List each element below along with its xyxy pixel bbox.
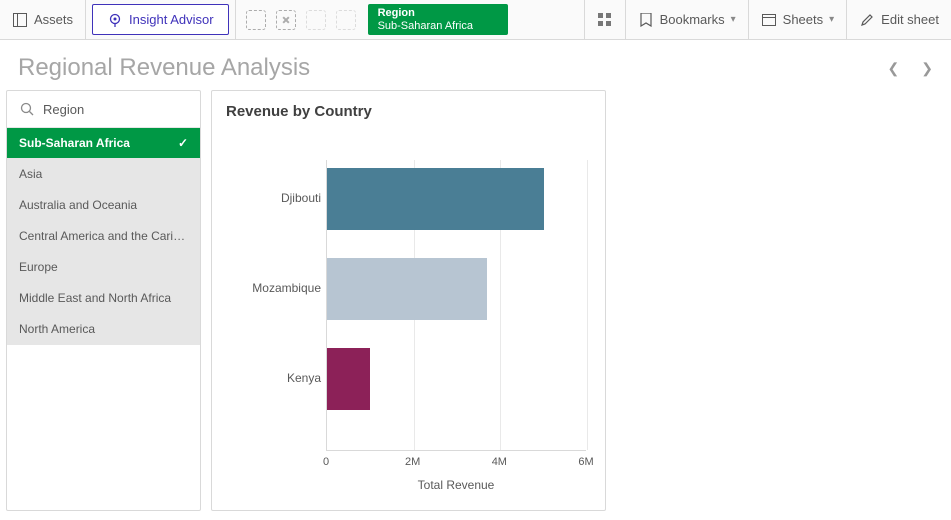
insight-advisor-button[interactable]: Insight Advisor <box>92 4 229 35</box>
filter-item-label: Sub-Saharan Africa <box>19 136 130 150</box>
top-toolbar: Assets Insight Advisor Region Sub-Sahara… <box>0 0 951 40</box>
filter-search[interactable]: Region <box>7 91 200 128</box>
filter-item[interactable]: North America <box>7 314 200 345</box>
selection-back-icon[interactable] <box>246 10 266 30</box>
y-category-label: Kenya <box>231 371 321 385</box>
edit-label: Edit sheet <box>881 12 939 27</box>
x-tick-label: 4M <box>492 456 507 468</box>
sheets-button[interactable]: Sheets ▾ <box>749 0 847 39</box>
chart-bar[interactable] <box>327 258 487 320</box>
filter-item-label: Central America and the Cari… <box>19 229 185 243</box>
active-filter-pill[interactable]: Region Sub-Saharan Africa <box>368 4 508 35</box>
filter-item-label: Asia <box>19 167 42 181</box>
check-icon: ✓ <box>178 136 188 150</box>
chevron-down-icon: ▾ <box>829 14 834 25</box>
assets-button[interactable]: Assets <box>0 0 85 39</box>
filter-pill-title: Region <box>378 7 498 19</box>
filter-item-label: North America <box>19 322 95 336</box>
chart-title: Revenue by Country <box>226 103 591 120</box>
prev-sheet-button[interactable]: ❮ <box>888 60 900 77</box>
x-tick-label: 2M <box>405 456 420 468</box>
filter-pane-region: Region Sub-Saharan Africa ✓ Asia Australia … <box>6 90 201 511</box>
filter-pill-value: Sub-Saharan Africa <box>378 20 498 32</box>
bookmark-icon <box>638 12 654 28</box>
filter-item-label: Europe <box>19 260 58 274</box>
filter-item-label: Middle East and North Africa <box>19 291 171 305</box>
assets-label: Assets <box>34 12 73 27</box>
chart-bar[interactable] <box>327 168 544 230</box>
chart-card[interactable]: Revenue by Country Total Revenue 0 2M 4M 6M… <box>211 90 606 511</box>
x-tick-label: 6M <box>578 456 593 468</box>
app-menu-button[interactable] <box>585 0 625 39</box>
bookmarks-label: Bookmarks <box>660 12 725 27</box>
filter-field-label: Region <box>43 102 84 117</box>
panel-icon <box>12 12 28 28</box>
insight-label: Insight Advisor <box>129 12 214 27</box>
y-category-label: Mozambique <box>231 281 321 295</box>
x-tick-label: 0 <box>323 456 329 468</box>
selection-tools <box>236 0 366 39</box>
title-row: Regional Revenue Analysis ❮ ❯ <box>0 40 951 90</box>
edit-sheet-button[interactable]: Edit sheet <box>847 0 951 39</box>
sheet-icon <box>761 12 777 28</box>
selection-forward-icon[interactable] <box>276 10 296 30</box>
search-icon <box>19 101 35 117</box>
next-sheet-button[interactable]: ❯ <box>921 60 933 77</box>
filter-item[interactable]: Middle East and North Africa <box>7 283 200 314</box>
sheets-label: Sheets <box>783 12 823 27</box>
selection-clear-icon <box>306 10 326 30</box>
y-category-label: Djibouti <box>231 191 321 205</box>
filter-list: Sub-Saharan Africa ✓ Asia Australia and Oce… <box>7 128 200 345</box>
page-title: Regional Revenue Analysis <box>18 54 310 82</box>
insight-icon <box>107 12 123 28</box>
bookmarks-button[interactable]: Bookmarks ▾ <box>626 0 748 39</box>
pencil-icon <box>859 12 875 28</box>
chart-bar[interactable] <box>327 348 370 410</box>
filter-item[interactable]: Australia and Oceania <box>7 190 200 221</box>
filter-item[interactable]: Asia <box>7 159 200 190</box>
filter-item[interactable]: Europe <box>7 252 200 283</box>
chevron-down-icon: ▾ <box>731 14 736 25</box>
grid-icon <box>597 12 613 28</box>
filter-item-label: Australia and Oceania <box>19 198 137 212</box>
x-axis-label: Total Revenue <box>326 478 586 492</box>
selection-clearall-icon <box>336 10 356 30</box>
filter-item[interactable]: Sub-Saharan Africa ✓ <box>7 128 200 159</box>
filter-item[interactable]: Central America and the Cari… <box>7 221 200 252</box>
chart-plot: Total Revenue 0 2M 4M 6M Djibouti Mozambique K… <box>226 130 591 500</box>
